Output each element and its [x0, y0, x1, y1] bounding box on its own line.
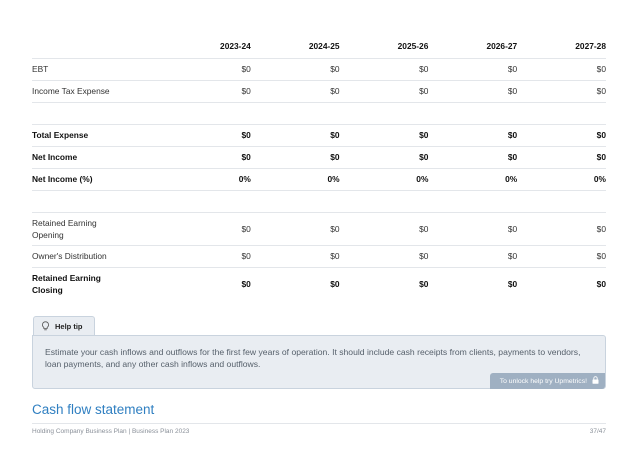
table-cell: $0	[250, 57, 340, 80]
lock-icon	[592, 376, 599, 386]
row-label: Net Income (%)	[32, 167, 162, 190]
table-row-total-expense: Total Expense $0 $0 $0 $0 $0	[32, 123, 606, 146]
footer-page-number: 37/47	[589, 428, 606, 435]
table-cell: $0	[428, 211, 518, 245]
row-label: Net Income	[32, 145, 162, 168]
table-cell: $0	[517, 266, 606, 300]
table-cell: 0%	[250, 167, 340, 190]
table-cell: $0	[250, 266, 340, 300]
table-header-row: 2023-24 2024-25 2025-26 2026-27 2027-28	[32, 34, 606, 58]
row-label: Total Expense	[32, 123, 162, 146]
table-spacer-row	[32, 101, 606, 124]
header-cell: 2027-28	[575, 40, 606, 51]
footer-doc-title: Holding Company Business Plan | Business…	[32, 428, 190, 435]
table-cell: $0	[250, 79, 340, 102]
row-label: Retained Earning Closing	[32, 266, 162, 300]
row-label: EBT	[32, 57, 162, 80]
table-cell: $0	[428, 79, 518, 102]
table-row-net-income: Net Income $0 $0 $0 $0 $0	[32, 145, 606, 168]
table-cell: $0	[339, 123, 429, 146]
footer-divider	[32, 423, 606, 424]
table-cell: 0%	[162, 167, 251, 190]
table-cell: $0	[162, 123, 251, 146]
table-cell: $0	[250, 211, 340, 245]
help-tip-box: Estimate your cash inflows and outflows …	[32, 335, 606, 389]
table-cell: $0	[517, 123, 606, 146]
table-cell: $0	[517, 79, 606, 102]
table-row-retained-opening: Retained Earning Opening $0 $0 $0 $0 $0	[32, 211, 606, 245]
table-cell: $0	[339, 57, 429, 80]
table-cell: $0	[250, 244, 340, 267]
table-cell: $0	[162, 145, 251, 168]
header-cell: 2025-26	[397, 40, 429, 51]
table-cell: $0	[428, 57, 518, 80]
row-label: Retained Earning Opening	[32, 211, 162, 245]
table-cell: $0	[428, 244, 518, 267]
table-cell: $0	[162, 244, 251, 267]
table-cell: $0	[339, 244, 429, 267]
table-cell: $0	[339, 211, 429, 245]
row-label: Owner's Distribution	[32, 244, 162, 267]
help-tip-tab: Help tip	[33, 316, 95, 336]
table-cell: 0%	[339, 167, 429, 190]
table-cell: $0	[428, 123, 518, 146]
financial-table: 2023-24 2024-25 2025-26 2026-27 2027-28 …	[32, 34, 606, 300]
table-row-ebt: EBT $0 $0 $0 $0 $0	[32, 57, 606, 80]
table-cell: $0	[428, 266, 518, 300]
table-spacer-row	[32, 189, 606, 212]
header-cell: 2023-24	[220, 40, 251, 51]
table-cell: $0	[162, 211, 251, 245]
table-cell: $0	[517, 244, 606, 267]
lightbulb-icon	[41, 320, 50, 333]
header-cell: 2024-25	[308, 40, 340, 51]
header-cell: 2026-27	[486, 40, 518, 51]
section-title: Cash flow statement	[32, 402, 155, 417]
unlock-help-button[interactable]: To unlock help try Upmetrics!	[489, 373, 605, 389]
table-cell: $0	[339, 266, 429, 300]
help-tip-text: Estimate your cash inflows and outflows …	[45, 347, 581, 369]
table-cell: $0	[517, 145, 606, 168]
table-row-net-income-pct: Net Income (%) 0% 0% 0% 0% 0%	[32, 167, 606, 190]
table-cell: $0	[339, 145, 429, 168]
table-cell: $0	[162, 57, 251, 80]
unlock-label: To unlock help try Upmetrics!	[499, 377, 587, 385]
table-row-retained-closing: Retained Earning Closing $0 $0 $0 $0 $0	[32, 266, 606, 300]
table-cell: 0%	[428, 167, 518, 190]
table-cell: 0%	[517, 167, 606, 190]
table-cell: $0	[428, 145, 518, 168]
table-cell: $0	[517, 211, 606, 245]
table-cell: $0	[162, 266, 251, 300]
table-row-owners-distribution: Owner's Distribution $0 $0 $0 $0 $0	[32, 244, 606, 267]
help-tip-label: Help tip	[55, 322, 83, 331]
table-cell: $0	[250, 123, 340, 146]
header-cell	[32, 34, 162, 58]
table-cell: $0	[250, 145, 340, 168]
table-cell: $0	[517, 57, 606, 80]
table-cell: $0	[162, 79, 251, 102]
table-row-income-tax: Income Tax Expense $0 $0 $0 $0 $0	[32, 79, 606, 102]
table-cell: $0	[339, 79, 429, 102]
row-label: Income Tax Expense	[32, 79, 162, 102]
